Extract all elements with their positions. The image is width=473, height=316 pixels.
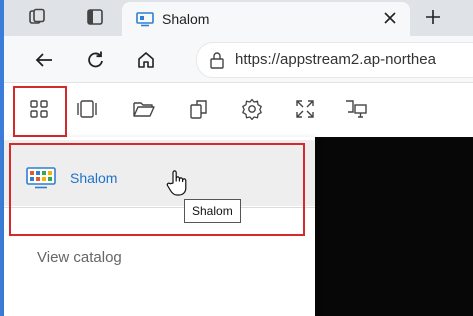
back-icon[interactable]: [32, 48, 56, 72]
address-bar[interactable]: https://appstream2.ap-northea: [196, 42, 473, 78]
tab-title: Shalom: [162, 11, 210, 27]
workspaces-icon[interactable]: [26, 6, 48, 28]
tab-close-icon[interactable]: [380, 8, 400, 28]
display-icon[interactable]: [342, 95, 370, 123]
navigation-bar: https://appstream2.ap-northea: [4, 36, 473, 83]
lock-icon[interactable]: [209, 51, 225, 69]
fullscreen-icon[interactable]: [291, 95, 319, 123]
new-tab-icon[interactable]: [422, 6, 444, 28]
appstream-toolbar: [4, 83, 473, 137]
tab-strip: Shalom: [4, 0, 473, 36]
tooltip: Shalom: [184, 199, 241, 223]
browser-tab[interactable]: Shalom: [122, 2, 410, 36]
home-icon[interactable]: [134, 48, 158, 72]
refresh-icon[interactable]: [84, 48, 108, 72]
tab-actions-icon[interactable]: [84, 6, 106, 28]
folder-icon[interactable]: [130, 95, 158, 123]
gear-icon[interactable]: [238, 95, 266, 123]
view-catalog-link[interactable]: View catalog: [37, 249, 122, 266]
app-item-highlight-box: [9, 143, 305, 236]
appstream-tab-icon: [136, 12, 154, 27]
streaming-area: [315, 137, 473, 316]
copy-icon[interactable]: [185, 95, 213, 123]
windows-icon[interactable]: [73, 95, 101, 123]
hand-cursor-icon: [166, 170, 187, 196]
url-text: https://appstream2.ap-northea: [235, 51, 436, 68]
apps-highlight-box: [13, 86, 67, 137]
